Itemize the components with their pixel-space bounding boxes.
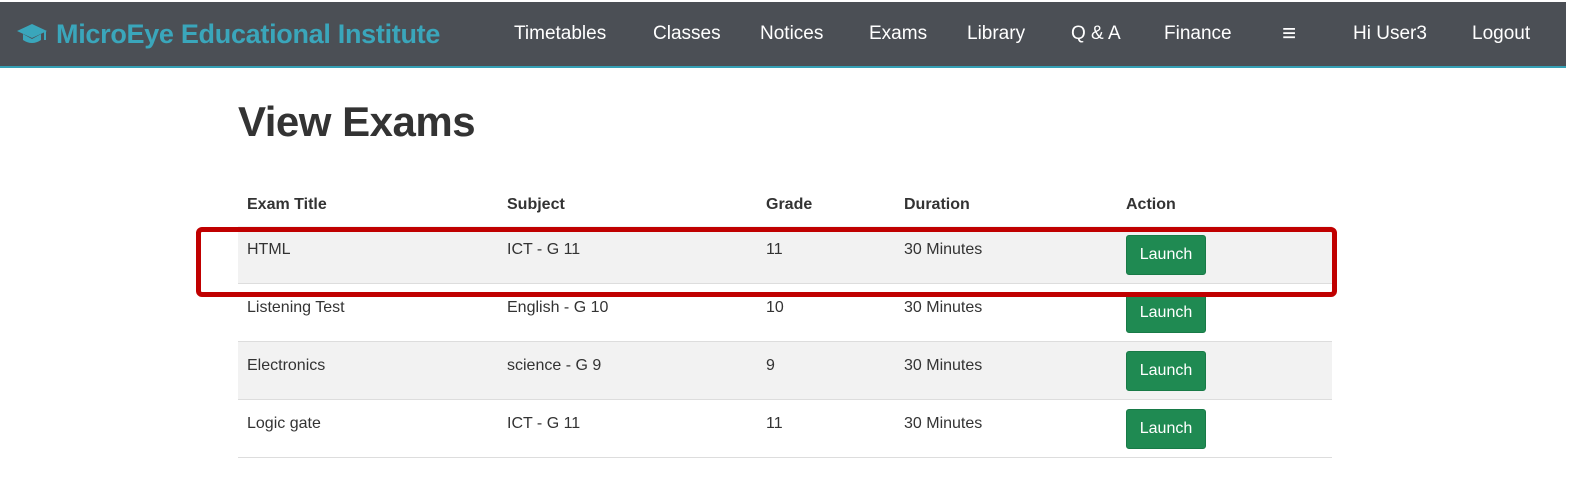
exam-title: Listening Test — [247, 299, 345, 316]
brand-name: MicroEye Educational Institute — [56, 18, 441, 49]
exams-table: Exam Title Subject Grade Duration Action… — [238, 186, 1332, 458]
exam-grade: 11 — [766, 241, 783, 258]
launch-button[interactable]: Launch — [1126, 408, 1206, 449]
header-action: Action — [1126, 196, 1176, 213]
table-header-row: Exam Title Subject Grade Duration Action — [238, 186, 1332, 226]
nav-timetables[interactable]: Timetables — [514, 2, 606, 66]
header-subject: Subject — [507, 196, 565, 213]
nav-library[interactable]: Library — [967, 2, 1025, 66]
exam-title: HTML — [247, 241, 291, 258]
graduation-cap-icon — [17, 24, 47, 43]
table-row: Electronics science - G 9 9 30 Minutes L… — [238, 342, 1332, 400]
brand-link[interactable]: MicroEye Educational Institute — [16, 2, 440, 66]
exam-duration: 30 Minutes — [904, 357, 983, 374]
hamburger-menu-icon[interactable]: ≡ — [1282, 2, 1296, 66]
logout-link[interactable]: Logout — [1472, 2, 1530, 66]
nav-finance[interactable]: Finance — [1164, 2, 1232, 66]
exam-title: Logic gate — [247, 415, 321, 432]
exam-title: Electronics — [247, 357, 326, 374]
nav-qa[interactable]: Q & A — [1071, 2, 1121, 66]
exam-duration: 30 Minutes — [904, 241, 983, 258]
navbar: MicroEye Educational Institute Timetable… — [0, 2, 1566, 68]
exam-subject: English - G 10 — [507, 299, 609, 316]
nav-classes[interactable]: Classes — [653, 2, 721, 66]
exam-grade: 10 — [766, 299, 784, 316]
launch-button[interactable]: Launch — [1126, 350, 1206, 391]
nav-exams[interactable]: Exams — [869, 2, 927, 66]
header-exam-title: Exam Title — [247, 196, 327, 213]
exam-subject: science - G 9 — [507, 357, 602, 374]
exam-grade: 9 — [766, 357, 775, 374]
nav-notices[interactable]: Notices — [760, 2, 823, 66]
header-grade: Grade — [766, 196, 813, 213]
table-row: Listening Test English - G 10 10 30 Minu… — [238, 284, 1332, 342]
exam-duration: 30 Minutes — [904, 415, 983, 432]
page-title: View Exams — [238, 98, 476, 145]
exam-grade: 11 — [766, 415, 783, 432]
exam-duration: 30 Minutes — [904, 299, 983, 316]
launch-button[interactable]: Launch — [1126, 234, 1206, 275]
user-greeting[interactable]: Hi User3 — [1353, 2, 1427, 66]
header-duration: Duration — [904, 196, 970, 213]
table-row: Logic gate ICT - G 11 11 30 Minutes Laun… — [238, 400, 1332, 458]
table-row: HTML ICT - G 11 11 30 Minutes Launch — [238, 226, 1332, 284]
launch-button[interactable]: Launch — [1126, 292, 1206, 333]
exam-subject: ICT - G 11 — [507, 241, 581, 258]
exam-subject: ICT - G 11 — [507, 415, 581, 432]
